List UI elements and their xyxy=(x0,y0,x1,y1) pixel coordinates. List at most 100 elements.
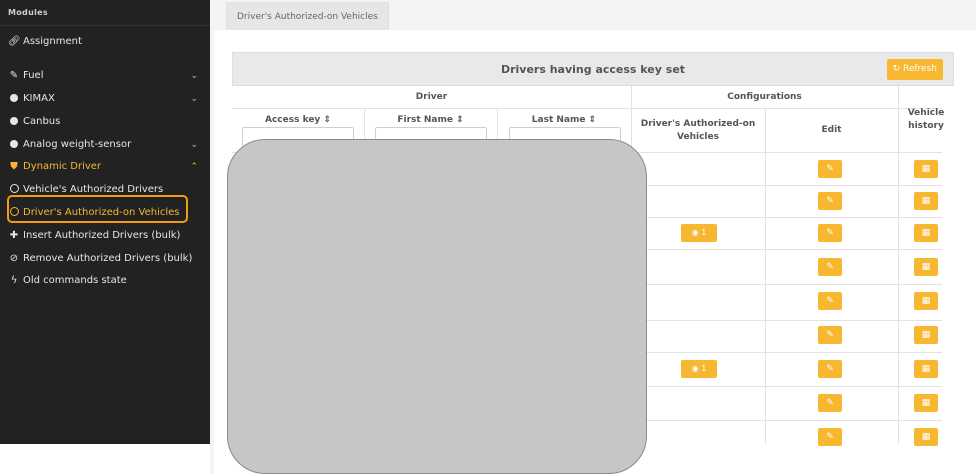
calendar-icon: ▦ xyxy=(921,364,931,374)
column-header-authorized-vehicles: Driver's Authorized-on Vehicles xyxy=(640,119,756,142)
sidebar-item-old-commands-state[interactable]: ϟ Old commands state xyxy=(0,271,210,291)
refresh-icon: ↻ xyxy=(892,64,901,74)
group-header-driver: Driver xyxy=(415,92,448,102)
calendar-icon: ▦ xyxy=(921,398,931,408)
tab-drivers-authorized-on-vehicles[interactable]: Driver's Authorized-on Vehicles xyxy=(226,2,389,30)
sidebar-item-label: Canbus xyxy=(23,116,61,127)
view-vehicles-button[interactable]: ◉ 1 xyxy=(681,360,717,378)
calendar-icon: ▦ xyxy=(921,432,931,442)
edit-icon: ✎ xyxy=(826,432,834,442)
sidebar-item-label: Fuel xyxy=(23,70,44,81)
sidebar-item-label: Analog weight-sensor xyxy=(23,139,132,150)
sidebar-item-label: Insert Authorized Drivers (bulk) xyxy=(23,230,181,241)
column-divider xyxy=(765,108,766,444)
column-divider xyxy=(898,86,899,444)
refresh-label: Refresh xyxy=(903,64,937,74)
sidebar-item-dynamic-driver[interactable]: ⛊ Dynamic Driver ⌃ xyxy=(0,157,210,177)
edit-button[interactable]: ✎ xyxy=(818,428,842,446)
sort-icon: ⇕ xyxy=(588,115,597,125)
edit-button[interactable]: ✎ xyxy=(818,292,842,310)
calendar-icon: ▦ xyxy=(921,196,931,206)
sidebar-item-canbus[interactable]: Canbus xyxy=(0,112,210,132)
edit-button[interactable]: ✎ xyxy=(818,360,842,378)
edit-icon: ✎ xyxy=(826,398,834,408)
shield-icon: ⛊ xyxy=(10,161,18,172)
sidebar-item-label: Dynamic Driver xyxy=(23,161,102,172)
sidebar-item-label: KIMAX xyxy=(23,93,55,104)
plus-icon: ✚ xyxy=(9,230,19,241)
sidebar-item-label: Old commands state xyxy=(23,275,127,286)
vehicle-history-button[interactable]: ▦ xyxy=(914,160,938,178)
edit-button[interactable]: ✎ xyxy=(818,192,842,210)
edit-icon: ✎ xyxy=(826,228,834,238)
group-header-configurations: Configurations xyxy=(727,92,802,102)
header-divider xyxy=(232,108,942,109)
view-vehicles-button[interactable]: ◉ 1 xyxy=(681,224,717,242)
edit-icon: ✎ xyxy=(826,330,834,340)
calendar-icon: ▦ xyxy=(921,262,931,272)
fuel-icon: ✎ xyxy=(9,70,19,81)
sidebar-item-label: Vehicle's Authorized Drivers xyxy=(23,184,164,195)
eye-icon: ◉ xyxy=(691,228,699,237)
refresh-button[interactable]: ↻ Refresh xyxy=(886,59,943,80)
column-header-first-name[interactable]: First Name ⇕ xyxy=(364,115,497,125)
sidebar-item-assignment[interactable]: 🔗︎ Assignment xyxy=(0,32,210,52)
calendar-icon: ▦ xyxy=(921,228,931,238)
vehicle-history-button[interactable]: ▦ xyxy=(914,224,938,242)
redaction-overlay xyxy=(227,139,647,474)
vehicle-history-button[interactable]: ▦ xyxy=(914,428,938,446)
edit-icon: ✎ xyxy=(826,196,834,206)
dot-icon xyxy=(8,112,20,132)
vehicle-history-button[interactable]: ▦ xyxy=(914,326,938,344)
sidebar-item-kimax[interactable]: KIMAX ⌄ xyxy=(0,89,210,109)
sidebar-item-remove-authorized-drivers[interactable]: ⊘ Remove Authorized Drivers (bulk) xyxy=(0,249,210,269)
link-icon: 🔗︎ xyxy=(8,36,21,47)
edit-button[interactable]: ✎ xyxy=(818,224,842,242)
chevron-down-icon: ⌄ xyxy=(190,140,198,150)
sidebar-item-analog-weight-sensor[interactable]: Analog weight-sensor ⌄ xyxy=(0,135,210,155)
sidebar-header: Modules xyxy=(0,0,210,26)
sort-icon: ⇕ xyxy=(323,115,331,125)
bolt-icon: ϟ xyxy=(10,275,18,286)
edit-icon: ✎ xyxy=(826,164,834,174)
chevron-up-icon: ⌃ xyxy=(190,162,198,172)
edit-button[interactable]: ✎ xyxy=(818,326,842,344)
sidebar-item-fuel[interactable]: ✎ Fuel ⌄ xyxy=(0,66,210,86)
edit-icon: ✎ xyxy=(826,262,834,272)
vehicle-history-button[interactable]: ▦ xyxy=(914,360,938,378)
column-label: Last Name xyxy=(531,115,586,125)
active-item-highlight xyxy=(7,195,188,223)
calendar-icon: ▦ xyxy=(921,164,931,174)
vehicle-history-button[interactable]: ▦ xyxy=(914,258,938,276)
sort-icon: ⇕ xyxy=(456,115,464,125)
sidebar-item-label: Remove Authorized Drivers (bulk) xyxy=(23,253,193,264)
table-title-bar: Drivers having access key set ↻ Refresh xyxy=(232,52,954,86)
table-title: Drivers having access key set xyxy=(500,63,686,76)
chevron-down-icon: ⌄ xyxy=(190,71,198,81)
ban-icon: ⊘ xyxy=(9,253,19,264)
column-label: Access key xyxy=(265,115,321,125)
view-count: 1 xyxy=(701,228,707,237)
column-header-access-key[interactable]: Access key ⇕ xyxy=(232,115,364,125)
vehicle-history-button[interactable]: ▦ xyxy=(914,192,938,210)
edit-icon: ✎ xyxy=(826,364,834,374)
dot-icon xyxy=(8,89,20,109)
sidebar-item-label: Assignment xyxy=(23,36,82,47)
dot-icon xyxy=(8,135,20,155)
column-label: First Name xyxy=(397,115,453,125)
column-header-edit: Edit xyxy=(821,125,842,135)
vehicle-history-button[interactable]: ▦ xyxy=(914,394,938,412)
calendar-icon: ▦ xyxy=(921,330,931,340)
edit-button[interactable]: ✎ xyxy=(818,394,842,412)
sidebar-item-insert-authorized-drivers[interactable]: ✚ Insert Authorized Drivers (bulk) xyxy=(0,226,210,246)
edit-button[interactable]: ✎ xyxy=(818,160,842,178)
column-header-last-name[interactable]: Last Name ⇕ xyxy=(497,115,631,125)
vehicle-history-button[interactable]: ▦ xyxy=(914,292,938,310)
eye-icon: ◉ xyxy=(691,364,699,373)
view-count: 1 xyxy=(701,364,707,373)
column-header-vehicle-history: Vehicle history xyxy=(907,108,945,131)
edit-button[interactable]: ✎ xyxy=(818,258,842,276)
calendar-icon: ▦ xyxy=(921,296,931,306)
chevron-down-icon: ⌄ xyxy=(190,94,198,104)
edit-icon: ✎ xyxy=(826,296,834,306)
